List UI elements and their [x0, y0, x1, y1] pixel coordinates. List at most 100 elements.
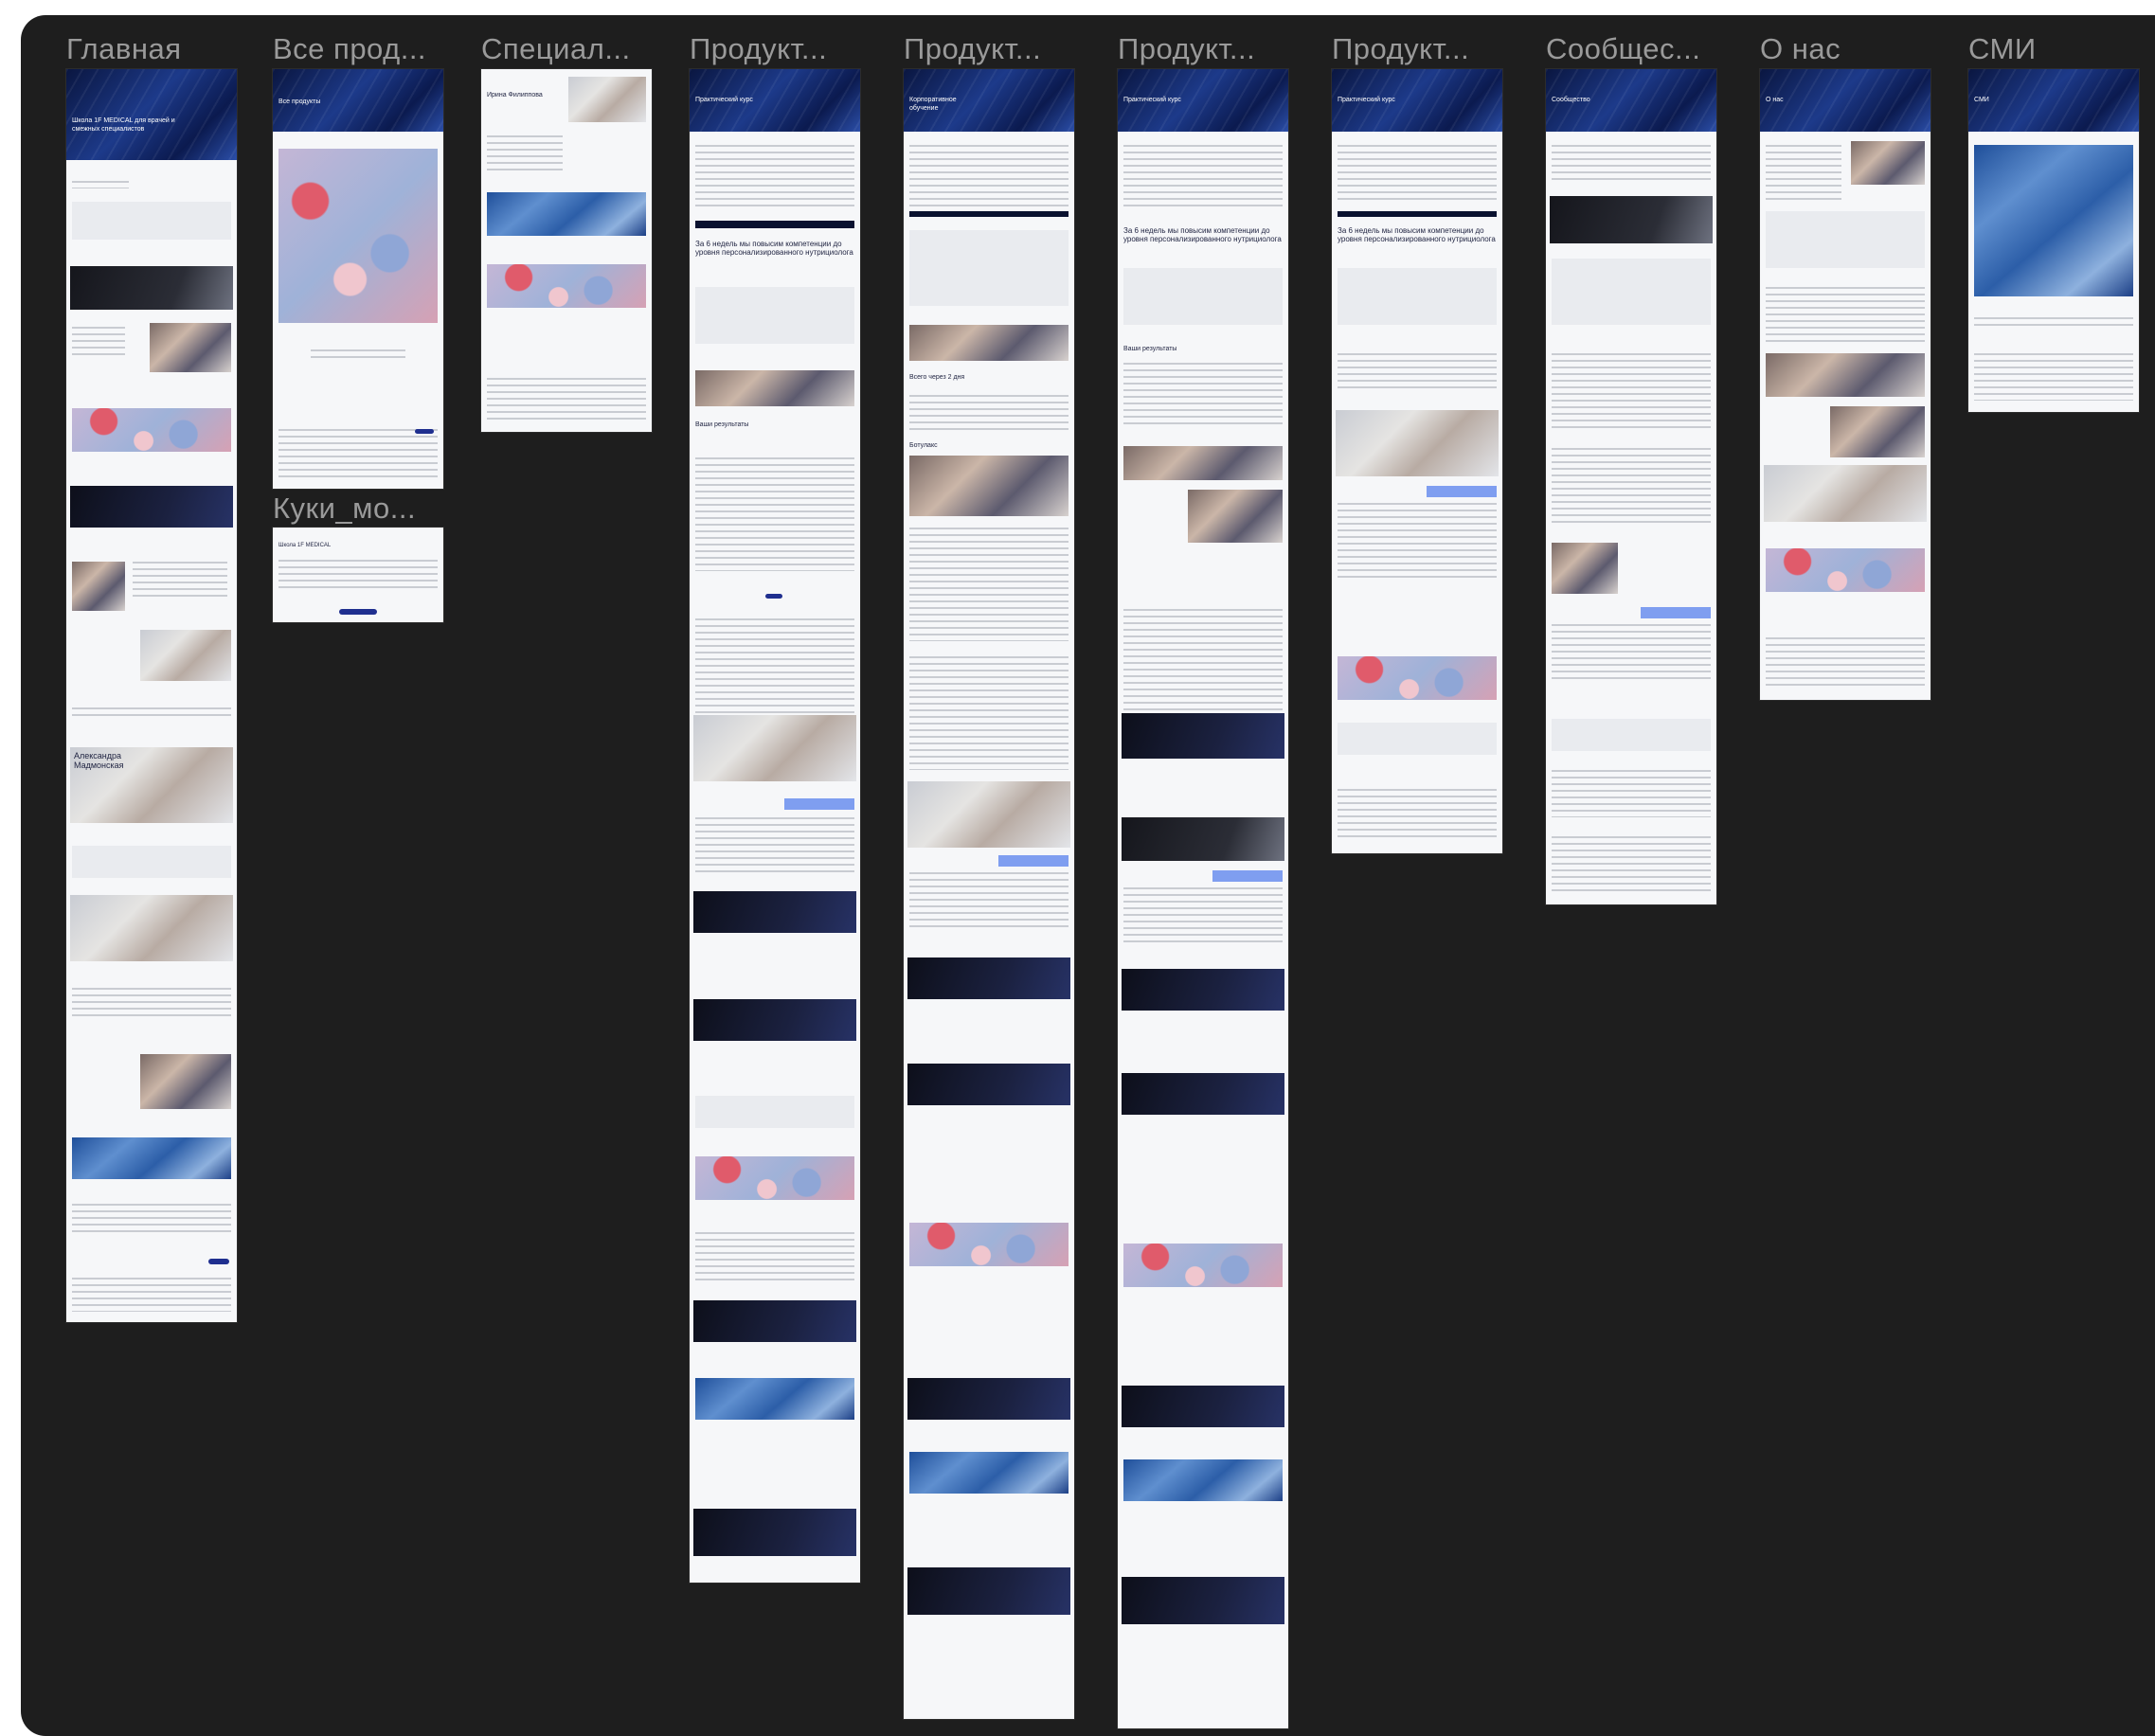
- results-list: [909, 395, 1069, 433]
- pricing-tabs[interactable]: [1427, 486, 1497, 497]
- related-products: [1338, 656, 1497, 700]
- related-products: [695, 1156, 854, 1200]
- frame-title-specialists[interactable]: Специал...: [481, 32, 631, 66]
- consult-text: [72, 327, 125, 355]
- doctor-banner: [70, 895, 233, 961]
- telegram-channel-banner: [693, 1509, 856, 1556]
- mission-cards: [1766, 211, 1925, 268]
- pagination: [311, 349, 405, 361]
- frame-product-4[interactable]: Практический курс За 6 недель мы повысим…: [1332, 69, 1502, 853]
- product-grid: [278, 149, 438, 323]
- community-photo: [140, 1054, 231, 1109]
- teachers-photos: [695, 370, 854, 406]
- benefits: [1552, 259, 1711, 325]
- cookies-text: [278, 560, 438, 588]
- meeting-photo: [1830, 406, 1925, 457]
- pagination: [1974, 317, 2133, 331]
- format-block: [695, 618, 854, 713]
- media-grid: [1974, 145, 2133, 296]
- frame-title-community[interactable]: Сообщес...: [1546, 32, 1700, 66]
- frame-all-products[interactable]: Все продукты: [273, 69, 443, 489]
- video-list: [133, 562, 227, 600]
- program-list: [1123, 609, 1283, 713]
- figma-canvas[interactable]: Главная Все прод... Специал... Продукт..…: [21, 15, 2155, 1736]
- accept-cookies-button[interactable]: [339, 609, 377, 615]
- subscribe-button[interactable]: [208, 1259, 229, 1264]
- tab-strip[interactable]: [909, 211, 1069, 217]
- media-strip: [695, 1378, 854, 1420]
- footer: [278, 429, 438, 480]
- frame-specialists[interactable]: Ирина Филиппова: [481, 69, 652, 432]
- pricing-table: [1123, 887, 1283, 944]
- telegram-banner: [1122, 1386, 1284, 1427]
- about-photo: [1851, 141, 1925, 185]
- frame-product-1[interactable]: Практический курс За 6 недель мы повысим…: [690, 69, 860, 1583]
- frame-title-home[interactable]: Главная: [66, 32, 182, 66]
- pricing-tabs[interactable]: [784, 798, 854, 810]
- consult-photo: [150, 323, 231, 372]
- feature-cards: [72, 202, 231, 240]
- frame-about[interactable]: О нас: [1760, 69, 1931, 700]
- footer: [72, 1278, 231, 1312]
- specialist-products: [487, 264, 646, 308]
- frame-title-about[interactable]: О нас: [1760, 32, 1841, 66]
- frame-home[interactable]: Школа 1F MEDICAL для врачей и смежных сп…: [66, 69, 237, 1322]
- pricing-tabs[interactable]: [1212, 870, 1283, 882]
- faq-list: [1552, 770, 1711, 817]
- hero-banner: Все продукты: [273, 69, 443, 132]
- tab-strip[interactable]: [1338, 211, 1497, 217]
- pricing-table: [1338, 503, 1497, 579]
- tab-strip[interactable]: [695, 221, 854, 228]
- intro-text: [72, 181, 129, 188]
- course-info: [1338, 145, 1497, 202]
- frame-title-product-1[interactable]: Продукт...: [690, 32, 827, 66]
- hero-banner: Сообщество: [1546, 69, 1716, 132]
- pricing-tabs[interactable]: [998, 855, 1069, 867]
- subscribe-button[interactable]: [415, 429, 434, 434]
- botox-photo: [909, 456, 1069, 516]
- telegram-banner: [693, 1300, 856, 1342]
- certificate-banner: [1122, 969, 1284, 1011]
- telegram-banner: [907, 1378, 1070, 1420]
- hero-title: СМИ: [1974, 97, 1989, 103]
- frame-media[interactable]: СМИ: [1968, 69, 2139, 412]
- who-cards: [1338, 268, 1497, 325]
- frame-title-media[interactable]: СМИ: [1968, 32, 2037, 66]
- frame-community[interactable]: Сообщество: [1546, 69, 1716, 904]
- program-list: [909, 528, 1069, 641]
- pricing-tabs[interactable]: [1641, 607, 1711, 618]
- payment-banner: [70, 486, 233, 528]
- reviews: [1338, 723, 1497, 755]
- program-more-button[interactable]: [765, 594, 782, 599]
- hero-banner: Практический курс: [690, 69, 860, 132]
- telegram-channel-banner: [907, 1567, 1070, 1615]
- related-products: [1123, 1244, 1283, 1287]
- promo-banner: [70, 266, 233, 310]
- frame-product-2[interactable]: Корпоративное обучение Всего через 2 дня…: [904, 69, 1074, 1719]
- frame-cookies[interactable]: Школа 1F MEDICAL: [273, 528, 443, 622]
- who-cards: [695, 287, 854, 344]
- reviews: [1552, 719, 1711, 751]
- faq-list: [695, 1232, 854, 1285]
- founder-name: Александра Мадмонская: [74, 751, 124, 770]
- course-heading: За 6 недель мы повысим компетенции до ур…: [1338, 226, 1496, 243]
- hero-title: Практический курс: [695, 97, 753, 103]
- frame-title-product-3[interactable]: Продукт...: [1118, 32, 1255, 66]
- hero-title: Практический курс: [1338, 97, 1395, 103]
- payment-banner: [907, 1064, 1070, 1105]
- frame-title-product-2[interactable]: Продукт...: [904, 32, 1041, 66]
- telegram-channel-banner: [1122, 1577, 1284, 1624]
- founder-photo: Александра Мадмонская: [70, 747, 233, 823]
- payment-banner: [693, 999, 856, 1041]
- hero-title: Школа 1F MEDICAL для врачей и смежных сп…: [72, 117, 175, 133]
- program-list: [695, 457, 854, 571]
- frame-title-product-4[interactable]: Продукт...: [1332, 32, 1469, 66]
- teachers-photos: [1123, 446, 1283, 480]
- certificates: [487, 192, 646, 236]
- frame-product-3[interactable]: Практический курс За 6 недель мы повысим…: [1118, 69, 1288, 1728]
- frame-title-all-products[interactable]: Все прод...: [273, 32, 426, 66]
- expert-photo: [1552, 543, 1618, 594]
- course-info: [909, 145, 1069, 211]
- botox-heading: Ботулакс: [909, 442, 938, 449]
- frame-title-cookies[interactable]: Куки_мо...: [273, 492, 416, 526]
